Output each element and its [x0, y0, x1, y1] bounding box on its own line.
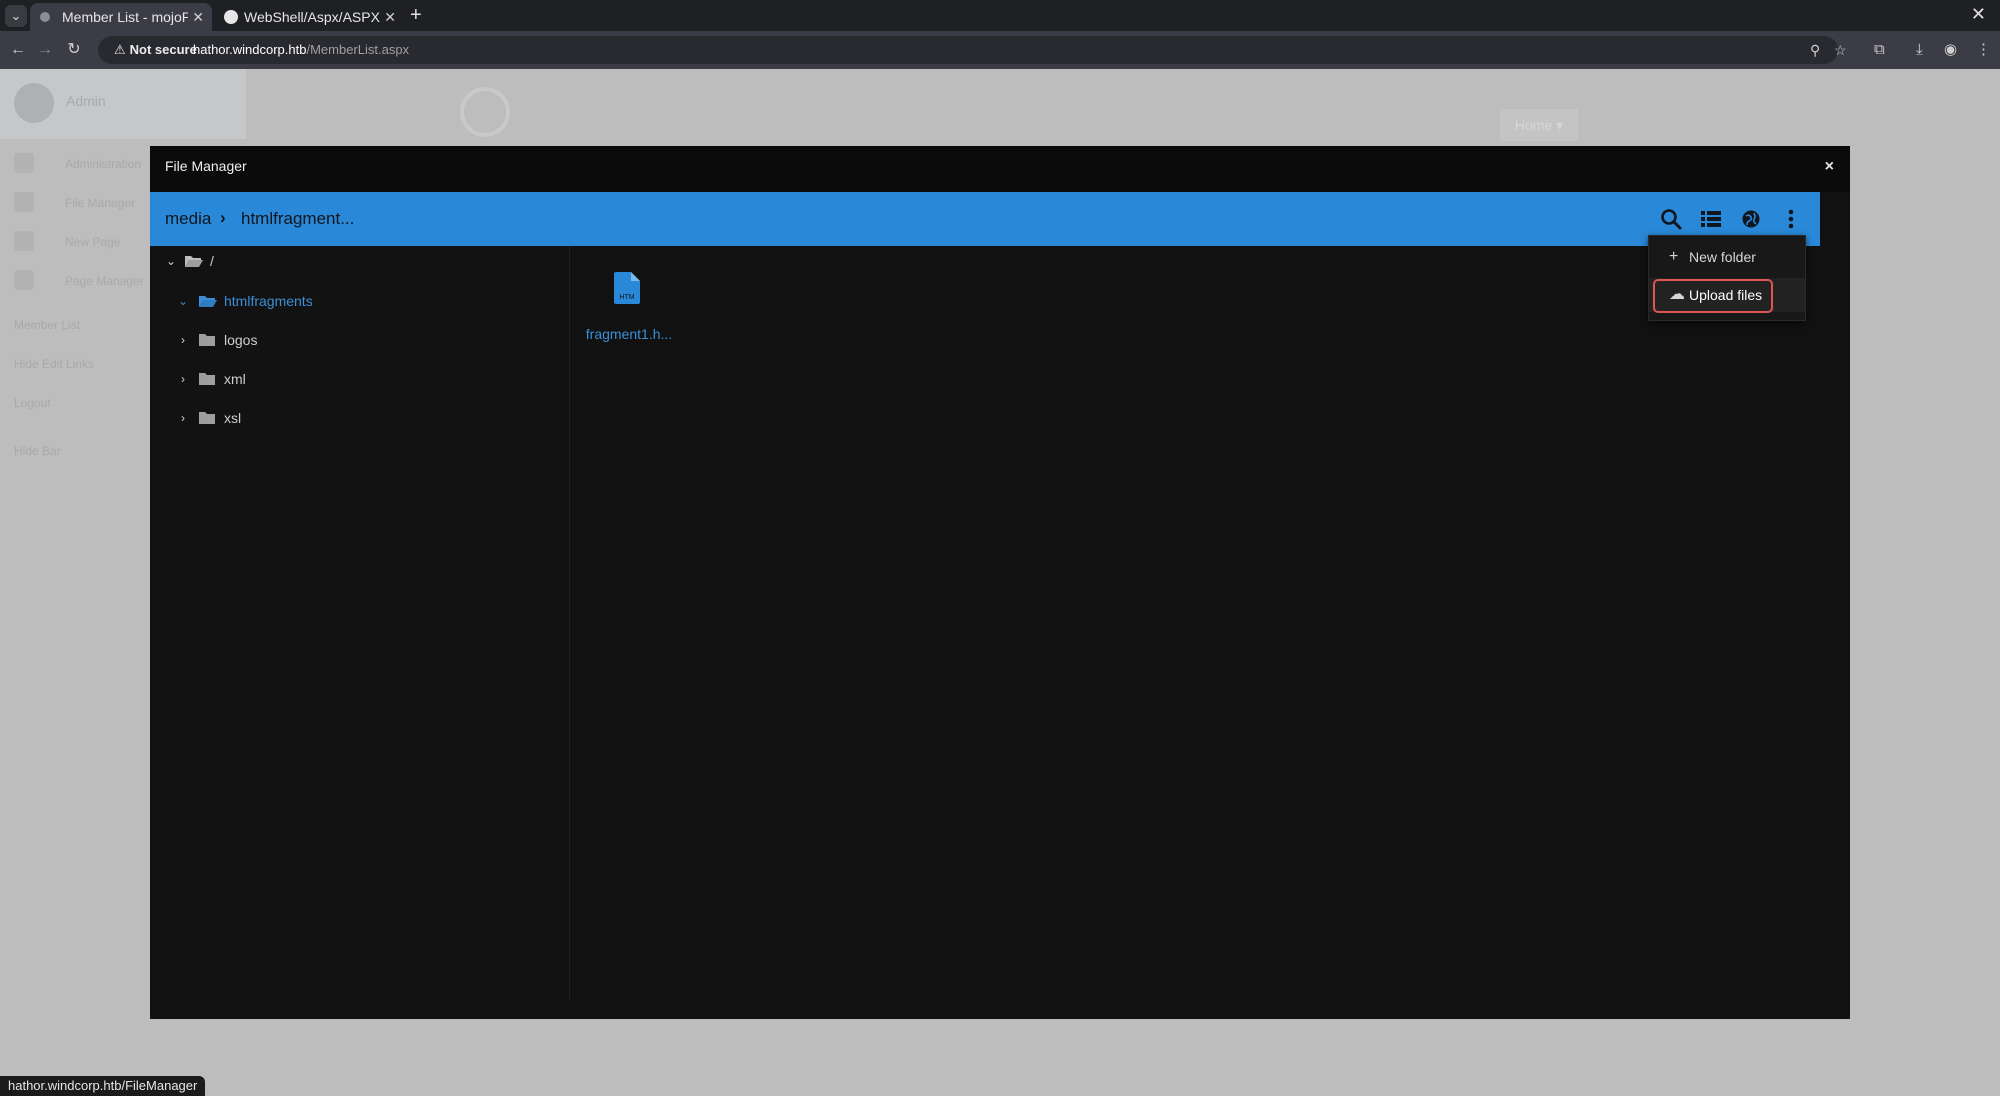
html-file-icon: HTM: [614, 272, 640, 304]
bookmark-star-icon[interactable]: ☆: [1834, 40, 1847, 60]
tab-member-list[interactable]: Member List - mojoPortal ✕: [30, 3, 212, 31]
folder-icon: [199, 334, 215, 346]
tab-close-icon[interactable]: ✕: [384, 3, 396, 31]
folder-open-icon: [199, 296, 217, 307]
forward-icon[interactable]: →: [34, 39, 56, 61]
folder-tree: ⌄ / ⌄ htmlfragments › logos › xml › xsl: [150, 246, 570, 1001]
file-list-area: HTM fragment1.h...: [571, 246, 1820, 1001]
admin-panel: Admin: [0, 69, 246, 139]
tree-folder-xml[interactable]: › xml: [176, 368, 476, 390]
folder-icon: [14, 192, 34, 212]
browser-toolbar: ← → ↻ ⚠ Not secure hathor.windcorp.htb/Me…: [0, 31, 2000, 69]
svg-text:HTM: HTM: [619, 294, 634, 301]
profile-icon[interactable]: ◉: [1944, 39, 1957, 61]
tab-title: Member List - mojoPortal: [62, 9, 188, 25]
sidebar-item-label: File Manager: [65, 196, 136, 210]
sidebar-item-label: Administration: [65, 157, 142, 171]
chevron-right-icon[interactable]: ›: [176, 329, 190, 351]
hide-edit-links-link[interactable]: Hide Edit Links: [14, 357, 94, 371]
security-label: Not secure: [129, 42, 197, 57]
site-logo: [460, 87, 510, 137]
home-nav-menu[interactable]: Home ▾: [1500, 109, 1578, 141]
folder-open-icon: [185, 256, 203, 267]
url-host: hathor.windcorp.htb: [193, 42, 307, 57]
tree-label: /: [210, 253, 214, 269]
breadcrumb-media[interactable]: media: [165, 209, 211, 229]
add-page-icon: [14, 231, 34, 251]
tree-folder-xsl[interactable]: › xsl: [176, 407, 476, 429]
new-folder-menu-item[interactable]: + New folder: [1649, 240, 1805, 274]
highlight-box: [1653, 279, 1773, 313]
new-tab-button[interactable]: +: [410, 4, 422, 26]
status-url-bar: hathor.windcorp.htb/FileManager: [0, 1076, 206, 1096]
admin-name: Admin: [66, 93, 106, 109]
breadcrumb-current[interactable]: htmlfragment...: [241, 209, 354, 229]
dashboard-icon: [14, 153, 34, 173]
tree-folder-logos[interactable]: › logos: [176, 329, 476, 351]
tab-title: WebShell/Aspx/ASPX Shell: [244, 9, 384, 25]
chevron-right-icon[interactable]: ›: [176, 407, 190, 429]
address-bar[interactable]: ⚠ Not secure hathor.windcorp.htb/MemberLi…: [98, 36, 1847, 64]
plus-icon: +: [1669, 248, 1679, 265]
warning-icon: ⚠: [114, 42, 126, 57]
avatar: [14, 83, 54, 123]
site-favicon-icon: [40, 12, 50, 22]
url-path: /MemberList.aspx: [306, 42, 410, 57]
browser-menu-icon[interactable]: ⋮: [1976, 39, 1991, 61]
security-indicator[interactable]: ⚠ Not secure: [106, 40, 205, 60]
window-close-icon[interactable]: ✕: [1971, 4, 1986, 25]
dialog-close-button[interactable]: ×: [1825, 158, 1834, 176]
tree-label: htmlfragments: [224, 293, 313, 309]
extensions-icon[interactable]: ⧉: [1874, 39, 1885, 61]
member-list-link[interactable]: Member List: [14, 318, 80, 332]
file-manager-dialog: File Manager × media › htmlfragment... ⌄…: [150, 146, 1850, 1019]
tab-close-icon[interactable]: ✕: [192, 3, 204, 31]
tab-search-button[interactable]: ⌄: [5, 5, 27, 27]
list-view-icon[interactable]: [1698, 206, 1724, 232]
logout-link[interactable]: Logout: [14, 396, 51, 410]
tree-label: xsl: [224, 410, 242, 426]
reload-icon[interactable]: ↻: [63, 39, 85, 61]
more-options-menu: + New folder ☁ Upload files: [1648, 235, 1806, 321]
tree-label: xml: [224, 371, 246, 387]
file-name: fragment1.h...: [585, 326, 673, 342]
hide-bar-link[interactable]: Hide Bar: [14, 444, 61, 458]
tab-webshell[interactable]: WebShell/Aspx/ASPX Shell ✕: [214, 3, 404, 31]
more-vert-icon[interactable]: [1778, 206, 1804, 232]
chevron-down-icon[interactable]: ⌄: [164, 250, 178, 272]
browser-tab-bar: ⌄ Member List - mojoPortal ✕ WebShell/As…: [0, 0, 2000, 31]
menu-item-label: New folder: [1689, 249, 1756, 265]
chevron-right-icon: ›: [220, 208, 226, 227]
folder-icon: [199, 412, 215, 424]
dialog-title: File Manager: [165, 158, 247, 174]
folder-icon: [199, 373, 215, 385]
tree-label: logos: [224, 332, 258, 348]
url-text: hathor.windcorp.htb/MemberList.aspx: [193, 40, 409, 60]
downloads-icon[interactable]: ⤓: [1916, 39, 1923, 61]
zoom-icon[interactable]: ⚲: [1810, 40, 1820, 60]
github-icon: [224, 10, 238, 24]
back-icon[interactable]: ←: [7, 39, 29, 61]
file-manager-toolbar: media › htmlfragment...: [150, 192, 1820, 246]
globe-icon[interactable]: [1738, 206, 1764, 232]
upload-files-menu-item[interactable]: ☁ Upload files: [1649, 278, 1805, 313]
tree-folder-htmlfragments[interactable]: ⌄ htmlfragments: [176, 290, 476, 312]
file-item[interactable]: HTM fragment1.h...: [583, 272, 679, 352]
chevron-down-icon[interactable]: ⌄: [176, 290, 190, 312]
chevron-right-icon[interactable]: ›: [176, 368, 190, 390]
tree-root[interactable]: ⌄ /: [164, 250, 364, 272]
page-icon: [14, 270, 34, 290]
sidebar-item-label: New Page: [65, 235, 121, 249]
sidebar-item-label: Page Manager: [65, 274, 144, 288]
dialog-header: File Manager ×: [150, 146, 1850, 192]
search-icon[interactable]: [1658, 206, 1684, 232]
